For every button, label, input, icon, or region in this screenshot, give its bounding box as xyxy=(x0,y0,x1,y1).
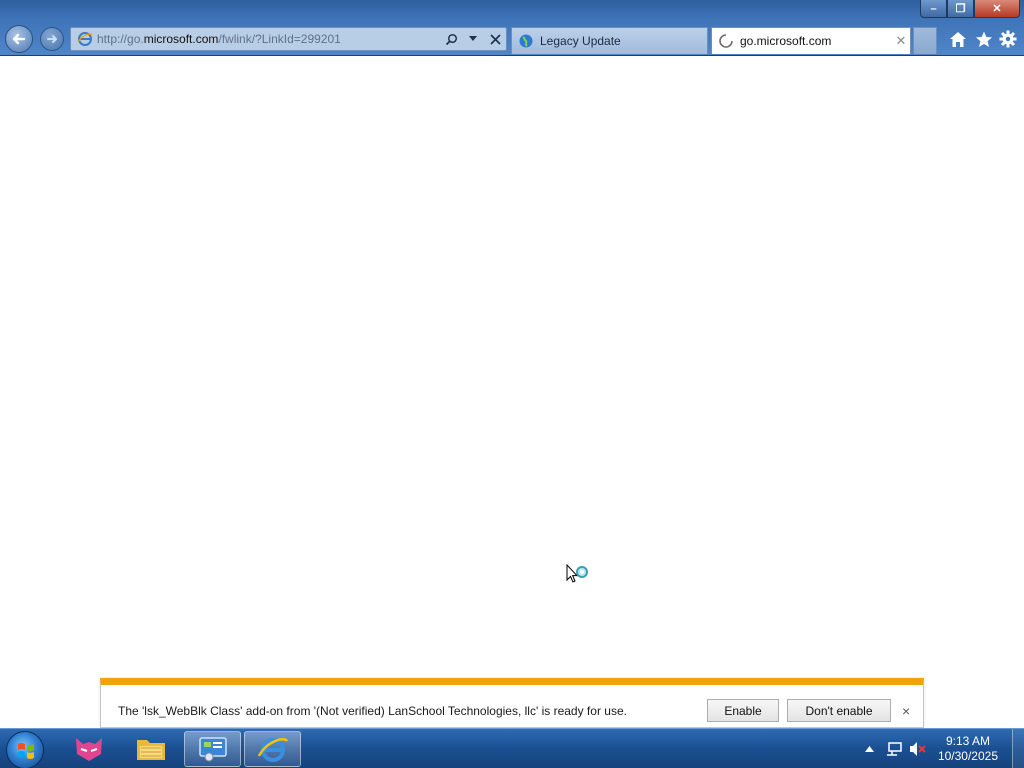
system-tray: 9:13 AM 10/30/2025 xyxy=(858,729,1024,768)
file-explorer-icon xyxy=(136,740,165,760)
windows-logo-icon xyxy=(18,743,34,759)
taskbar-app-lanschool[interactable] xyxy=(60,731,117,767)
tab-legacy-update[interactable]: Legacy Update xyxy=(511,27,708,54)
back-button[interactable] xyxy=(5,25,33,53)
stop-icon[interactable] xyxy=(487,31,503,47)
address-url[interactable]: http://go.microsoft.com/fwlink/?LinkId=2… xyxy=(97,32,440,46)
close-tab-icon[interactable]: ✕ xyxy=(892,33,910,49)
minimize-button[interactable]: – xyxy=(920,0,947,18)
addon-notification-bar: The 'lsk_WebBlk Class' add-on from '(Not… xyxy=(100,678,924,728)
page-content-area[interactable] xyxy=(0,57,1024,727)
clock-time: 9:13 AM xyxy=(945,734,990,748)
start-button[interactable] xyxy=(6,731,44,768)
favorites-star-icon[interactable] xyxy=(974,29,994,49)
address-path: /fwlink/?LinkId=299201 xyxy=(218,32,341,46)
ie-page-icon xyxy=(77,32,93,46)
taskbar-app-file-explorer[interactable] xyxy=(122,731,179,767)
network-icon[interactable] xyxy=(885,740,903,758)
address-prefix: http://go. xyxy=(97,32,144,46)
taskbar-app-internet-explorer[interactable] xyxy=(244,731,301,767)
globe-icon xyxy=(519,34,533,48)
search-icon[interactable] xyxy=(443,31,459,47)
close-notification-icon[interactable]: × xyxy=(902,703,910,719)
browser-titlebar: – ❐ ✕ http://go.microsoft.com/fwlink/?Li… xyxy=(0,0,1024,56)
tab-go-microsoft[interactable]: go.microsoft.com ✕ xyxy=(711,27,911,54)
forward-arrow-icon xyxy=(47,35,57,43)
notification-message: The 'lsk_WebBlk Class' add-on from '(Not… xyxy=(118,704,627,718)
new-tab-button[interactable] xyxy=(913,27,937,54)
taskbar: 9:13 AM 10/30/2025 xyxy=(0,728,1024,768)
home-icon[interactable] xyxy=(948,29,968,49)
search-dropdown-icon[interactable] xyxy=(465,31,481,47)
taskbar-app-control-panel[interactable] xyxy=(184,731,241,767)
address-bar[interactable]: http://go.microsoft.com/fwlink/?LinkId=2… xyxy=(70,27,507,51)
address-host: microsoft.com xyxy=(143,32,219,46)
busy-pointer-cursor-icon xyxy=(566,564,588,583)
restore-button[interactable]: ❐ xyxy=(947,0,974,18)
forward-button[interactable] xyxy=(40,27,64,51)
dont-enable-button[interactable]: Don't enable xyxy=(787,699,891,722)
volume-muted-icon[interactable] xyxy=(909,740,927,758)
show-hidden-icons-arrow[interactable] xyxy=(861,740,879,758)
back-arrow-icon xyxy=(12,33,26,45)
close-window-button[interactable]: ✕ xyxy=(974,0,1020,18)
clock-date: 10/30/2025 xyxy=(937,749,998,763)
lanschool-icon xyxy=(75,738,102,761)
internet-explorer-icon xyxy=(257,738,288,762)
tools-gear-icon[interactable] xyxy=(998,29,1018,49)
show-desktop-button[interactable] xyxy=(1012,729,1024,768)
loading-spinner-icon xyxy=(719,34,733,48)
enable-button[interactable]: Enable xyxy=(707,699,779,722)
window-controls: – ❐ ✕ xyxy=(920,0,1020,19)
control-panel-icon xyxy=(198,737,227,762)
tab-label: go.microsoft.com xyxy=(740,34,832,48)
tab-label: Legacy Update xyxy=(540,34,621,48)
taskbar-clock[interactable]: 9:13 AM 10/30/2025 xyxy=(938,734,998,764)
